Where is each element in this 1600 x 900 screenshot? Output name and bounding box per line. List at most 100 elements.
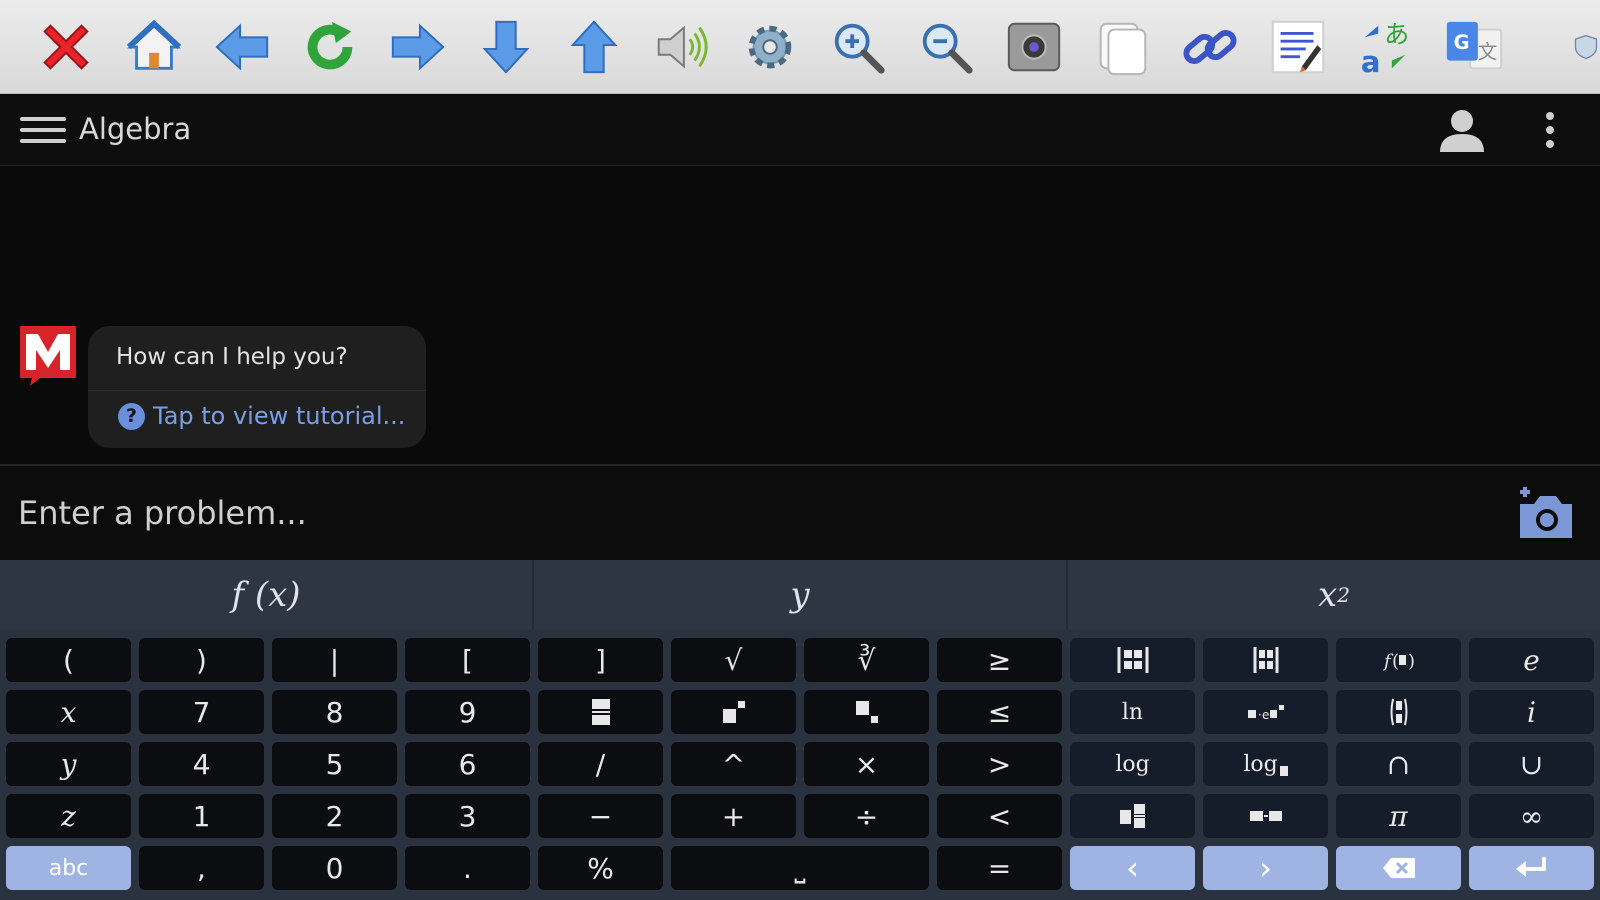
settings-gear-icon[interactable]: [737, 14, 803, 80]
key-euler-e[interactable]: e: [1469, 638, 1594, 682]
key-exponent-icon[interactable]: [671, 690, 796, 734]
key-enter-icon[interactable]: [1469, 846, 1594, 890]
key-minus[interactable]: −: [538, 794, 663, 838]
key-log[interactable]: log: [1070, 742, 1195, 786]
key-z[interactable]: z: [6, 794, 131, 838]
key-fraction-icon[interactable]: [538, 690, 663, 734]
key-left-paren[interactable]: (: [6, 638, 131, 682]
key-matrix-icon[interactable]: [1070, 638, 1195, 682]
hamburger-menu-icon[interactable]: [20, 110, 66, 150]
keyboard-tabs: f (x) y x2: [0, 560, 1600, 630]
edit-note-icon[interactable]: [1265, 14, 1331, 80]
key-cursor-left[interactable]: ‹: [1070, 846, 1195, 890]
shield-icon[interactable]: [1572, 14, 1600, 80]
refresh-icon[interactable]: [297, 14, 363, 80]
bubble-divider: [88, 390, 426, 391]
key-2[interactable]: 2: [272, 794, 397, 838]
key-binomial-icon[interactable]: [1336, 690, 1461, 734]
speaker-icon[interactable]: [649, 14, 715, 80]
account-icon[interactable]: [1438, 106, 1486, 154]
key-5[interactable]: 5: [272, 742, 397, 786]
scroll-up-icon[interactable]: [561, 14, 627, 80]
key-3[interactable]: 3: [405, 794, 530, 838]
key-y[interactable]: y: [6, 742, 131, 786]
zoom-out-icon[interactable]: [913, 14, 979, 80]
key-intersection[interactable]: ∩: [1336, 742, 1461, 786]
key-8[interactable]: 8: [272, 690, 397, 734]
key-imaginary-i[interactable]: i: [1469, 690, 1594, 734]
key-abc-keyboard[interactable]: abc: [6, 846, 131, 890]
tab-functions[interactable]: f (x): [0, 560, 534, 630]
key-ln[interactable]: ln: [1070, 690, 1195, 734]
mathway-logo-icon: [18, 324, 78, 388]
tutorial-link[interactable]: ? Tap to view tutorial...: [118, 402, 405, 430]
key-9[interactable]: 9: [405, 690, 530, 734]
app-title: Algebra: [79, 112, 192, 146]
problem-input[interactable]: [18, 488, 1418, 538]
close-icon[interactable]: [33, 14, 99, 80]
tab-exponents[interactable]: x2: [1068, 560, 1600, 630]
key-right-paren[interactable]: ): [139, 638, 264, 682]
key-mixed-number-icon[interactable]: [1070, 794, 1195, 838]
home-icon[interactable]: [121, 14, 187, 80]
tab-variables[interactable]: y: [534, 560, 1068, 630]
svg-text:a: a: [1361, 45, 1381, 78]
log-base-box-icon: [1279, 766, 1288, 776]
copy-page-icon[interactable]: [1089, 14, 1155, 80]
key-plus[interactable]: +: [671, 794, 796, 838]
forward-icon[interactable]: [385, 14, 451, 80]
key-interval-icon[interactable]: [1203, 794, 1328, 838]
key-1[interactable]: 1: [139, 794, 264, 838]
key-pi[interactable]: π: [1336, 794, 1461, 838]
back-icon[interactable]: [209, 14, 275, 80]
key-4[interactable]: 4: [139, 742, 264, 786]
key-backspace-icon[interactable]: [1336, 846, 1461, 890]
assistant-message-text: How can I help you?: [116, 344, 348, 370]
zoom-in-icon[interactable]: [825, 14, 891, 80]
key-space[interactable]: ⎵: [671, 846, 929, 890]
svg-text:文: 文: [1478, 41, 1497, 64]
key-left-bracket[interactable]: [: [405, 638, 530, 682]
link-icon[interactable]: [1177, 14, 1243, 80]
key-subscript-icon[interactable]: [804, 690, 929, 734]
key-equals[interactable]: =: [937, 846, 1062, 890]
key-right-bracket[interactable]: ]: [538, 638, 663, 682]
key-less-equal[interactable]: ≤: [937, 690, 1062, 734]
svg-text:(: (: [1392, 651, 1399, 672]
key-function-notation-icon[interactable]: f(): [1336, 638, 1461, 682]
key-x[interactable]: x: [6, 690, 131, 734]
key-infinity[interactable]: ∞: [1469, 794, 1594, 838]
key-union[interactable]: ∪: [1469, 742, 1594, 786]
key-log-base[interactable]: log: [1203, 742, 1328, 786]
key-greater-equal[interactable]: ≥: [937, 638, 1062, 682]
key-0[interactable]: 0: [272, 846, 397, 890]
key-less-than[interactable]: <: [937, 794, 1062, 838]
key-divide-slash[interactable]: /: [538, 742, 663, 786]
key-divide[interactable]: ÷: [804, 794, 929, 838]
key-scientific-notation-icon[interactable]: · e: [1203, 690, 1328, 734]
key-absolute-bar[interactable]: |: [272, 638, 397, 682]
key-cursor-right[interactable]: ›: [1203, 846, 1328, 890]
help-icon: ?: [118, 402, 145, 430]
scroll-down-icon[interactable]: [473, 14, 539, 80]
key-caret[interactable]: ^: [671, 742, 796, 786]
translate-kana-icon[interactable]: あa: [1353, 14, 1419, 80]
key-greater-than[interactable]: >: [937, 742, 1062, 786]
more-options-icon[interactable]: [1534, 106, 1566, 154]
tab-exponents-exp: 2: [1337, 583, 1350, 607]
browser-toolbar: あa G文: [0, 0, 1600, 94]
key-comma[interactable]: ,: [139, 846, 264, 890]
add-photo-camera-icon[interactable]: [1512, 482, 1578, 542]
key-multiply[interactable]: ×: [804, 742, 929, 786]
svg-text:あ: あ: [1384, 20, 1409, 49]
key-determinant-icon[interactable]: [1203, 638, 1328, 682]
key-square-root[interactable]: √: [671, 638, 796, 682]
key-decimal-point[interactable]: .: [405, 846, 530, 890]
key-7[interactable]: 7: [139, 690, 264, 734]
key-nth-root[interactable]: ∛: [804, 638, 929, 682]
key-percent[interactable]: %: [538, 846, 663, 890]
key-6[interactable]: 6: [405, 742, 530, 786]
svg-text:G: G: [1454, 31, 1470, 54]
google-translate-icon[interactable]: G文: [1441, 14, 1507, 80]
screenshot-camera-icon[interactable]: [1001, 14, 1067, 80]
